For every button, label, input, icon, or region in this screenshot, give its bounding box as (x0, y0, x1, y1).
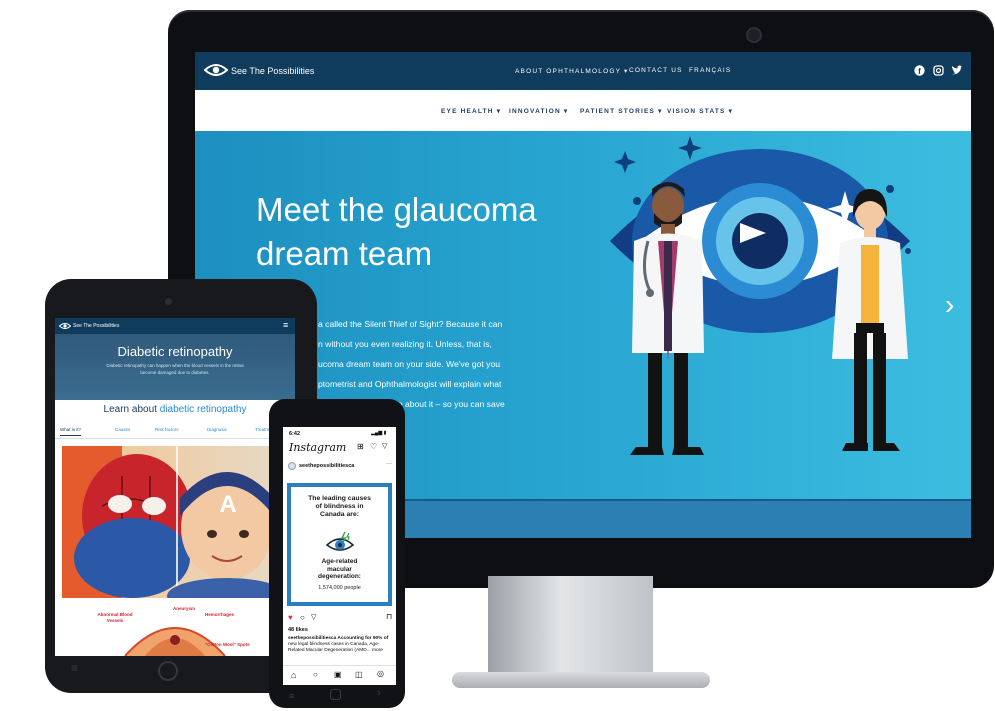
eye-logo-icon (204, 64, 228, 76)
phone-status-icons: ▂▄▆ ▮ (371, 430, 387, 436)
post-account-name[interactable]: seethepossibilitiesca (299, 463, 354, 469)
post-more-icon[interactable]: ··· (386, 461, 392, 467)
tablet-hero-subtitle-1: Diabetic retinopathy can happen when the… (106, 363, 244, 368)
tab-treatment[interactable]: Treatm (255, 427, 269, 432)
search-icon[interactable]: ○ (313, 670, 318, 679)
twitter-icon[interactable] (951, 65, 963, 76)
shop-icon[interactable]: ◫ (355, 670, 363, 679)
new-post-icon[interactable]: ⊞ (357, 442, 364, 451)
eye-lightning-icon (325, 531, 355, 551)
tablet-learn-heading: Learn about diabetic retinopathy (103, 404, 247, 415)
carousel-next-arrow[interactable]: › (945, 291, 954, 319)
tablet-tab-bar: What is it? Causes Risk factors Diagnosi… (55, 424, 295, 439)
post-title: The leading causes of blindness in Canad… (308, 495, 371, 518)
tablet-hamburger-icon[interactable]: ≡ (283, 320, 288, 330)
tab-what-is-it[interactable]: What is it? (60, 427, 82, 436)
desktop-main-nav: EYE HEALTH ▾ INNOVATION ▾ PATIENT STORIE… (195, 90, 971, 131)
tablet-home-button[interactable] (158, 661, 178, 681)
glaucoma-team-illustration (610, 136, 911, 455)
svg-text:f: f (918, 67, 921, 76)
phone-back-icon[interactable]: › (377, 687, 381, 699)
phone-time: 6:42 (289, 431, 301, 437)
comment-icon[interactable]: ○ (300, 613, 305, 622)
desktop-top-bar: See The Possibilities ABOUT OPHTHALMOLOG… (195, 52, 971, 90)
monitor-base (452, 672, 710, 688)
tablet-menu-icon[interactable]: ≡ (71, 661, 85, 675)
nav-eye-health[interactable]: EYE HEALTH ▾ (441, 107, 501, 115)
tablet-hero: See The Possibilities ≡ Diabetic retinop… (55, 318, 295, 400)
like-heart-icon[interactable]: ♥ (288, 613, 293, 622)
profile-icon[interactable]: ◎ (377, 669, 384, 678)
reels-icon[interactable]: ▣ (334, 670, 342, 679)
retina-diagram: Abnormal Blood Vessels Aneurysm Hemorrha… (55, 604, 295, 656)
tablet-hero-subtitle-2: become damaged due to diabetes. (140, 370, 210, 375)
hero-title: Meet the glaucoma dream team (256, 191, 537, 272)
post-card: The leading causes of blindness in Canad… (291, 487, 388, 602)
tablet-hero-title: Diabetic retinopathy (117, 344, 233, 359)
monitor-stand (488, 576, 653, 676)
nav-patient-stories[interactable]: PATIENT STORIES ▾ (580, 107, 663, 115)
avatar[interactable] (288, 462, 296, 470)
label-cotton-wool-spots: "Cotton Wool" Spots (205, 642, 250, 647)
like-count: 48 likes (288, 627, 308, 633)
tab-diagnosis[interactable]: Diagnosis (207, 427, 227, 432)
nav-contact-us[interactable]: CONTACT US (629, 67, 683, 74)
share-icon[interactable]: ▽ (311, 613, 316, 621)
tab-risk-factors[interactable]: Risk factors (155, 427, 179, 432)
instagram-icon[interactable] (933, 65, 944, 76)
instagram-bottom-nav: ⌂ ○ ▣ ◫ ◎ (283, 665, 396, 685)
phone-home-button[interactable] (330, 689, 341, 700)
tablet-eye-logo-icon (59, 323, 71, 329)
post-condition: Age-related macular degeneration: (318, 558, 361, 580)
instagram-post-image: The leading causes of blindness in Canad… (287, 483, 392, 606)
bookmark-icon[interactable]: ⊓ (386, 612, 392, 621)
label-abnormal-vessels: Abnormal Blood Vessels (97, 612, 133, 623)
tab-causes[interactable]: Causes (115, 427, 130, 432)
webcam-icon (746, 27, 762, 43)
direct-message-icon[interactable]: ▽ (382, 442, 387, 450)
phone-menu-icon[interactable]: ≡ (289, 691, 294, 701)
label-hemorrhages: Hemorrhages (205, 612, 235, 617)
children-costume-photo: A (62, 446, 288, 598)
heart-icon[interactable]: ♡ (370, 442, 377, 451)
nav-francais[interactable]: FRANÇAIS (689, 67, 731, 74)
instagram-logo: Instagram (289, 441, 347, 454)
nav-about-ophthalmology[interactable]: ABOUT OPHTHALMOLOGY ▾ (515, 67, 628, 75)
tablet-screen: See The Possibilities ≡ Diabetic retinop… (55, 318, 295, 656)
home-icon[interactable]: ⌂ (291, 670, 296, 680)
tablet-camera-icon (165, 298, 172, 305)
svg-text:A: A (219, 491, 236, 518)
phone-screen: 6:42 ▂▄▆ ▮ Instagram ⊞ ♡ ▽ seethepossibi… (283, 427, 396, 685)
label-aneurysm: Aneurysm (173, 606, 196, 611)
post-caption: seethepossibilitiesca Accounting for 90%… (288, 636, 389, 653)
tablet-brand-name[interactable]: See The Possibilities (73, 323, 119, 329)
brand-name[interactable]: See The Possibilities (231, 66, 314, 76)
nav-vision-stats[interactable]: VISION STATS ▾ (667, 107, 733, 115)
facebook-icon[interactable]: f (914, 65, 925, 76)
post-count: 1,574,000 people (318, 585, 361, 591)
nav-innovation[interactable]: INNOVATION ▾ (509, 107, 568, 115)
